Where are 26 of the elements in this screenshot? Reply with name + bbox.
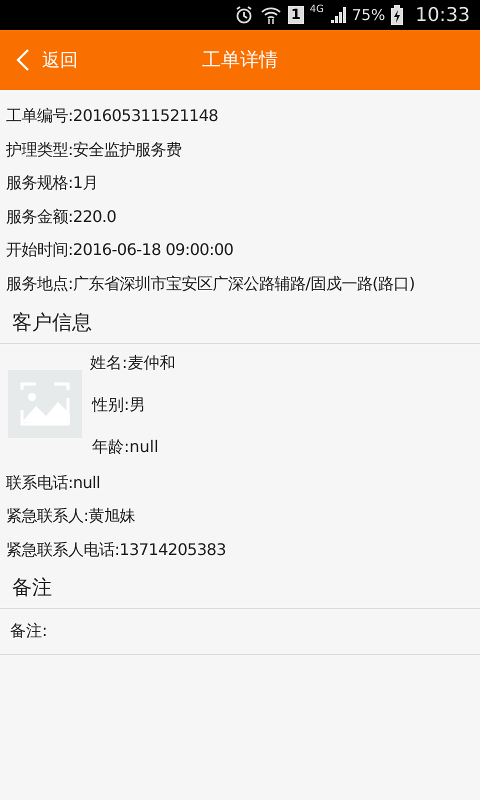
image-placeholder-icon [8, 370, 82, 438]
page-title: 工单详情 [202, 48, 278, 73]
detail-text: 服务规格:1月 [6, 172, 100, 194]
detail-text: 紧急联系人:黄旭妹 [6, 505, 136, 528]
sim-indicator: 1 [288, 6, 304, 24]
clock: 10:33 [415, 4, 470, 26]
section-heading: 客户信息 [0, 300, 480, 344]
network-type: 4G [310, 4, 324, 15]
wifi-icon [260, 5, 282, 25]
battery-percent: 75% [352, 6, 386, 24]
detail-text: 工单编号:201605311521148 [6, 105, 220, 127]
detail-text: 服务金额:220.0 [6, 206, 118, 228]
signal-icon [330, 6, 346, 24]
alarm-clock-icon [234, 5, 254, 25]
detail-text: 紧急联系人电话:13714205383 [6, 538, 227, 561]
customer-gender: 性别:男 [92, 394, 146, 416]
remark-text: 备注: [0, 609, 480, 656]
customer-age: 年龄:null [92, 436, 160, 458]
customer-name: 姓名:麦仲和 [90, 352, 176, 374]
detail-text: 护理类型:安全监护服务费 [6, 138, 182, 161]
detail-text: 服务地点:广东省深圳市宝安区广深公路辅路/固戍一路(路口) [6, 272, 416, 295]
battery-charging-icon [391, 5, 404, 25]
detail-text: 开始时间:2016-06-18 09:00:00 [6, 239, 234, 262]
detail-text: 联系电话:null [6, 472, 102, 494]
section-heading: 备注 [0, 566, 480, 610]
back-button[interactable]: 返回 [0, 48, 78, 72]
